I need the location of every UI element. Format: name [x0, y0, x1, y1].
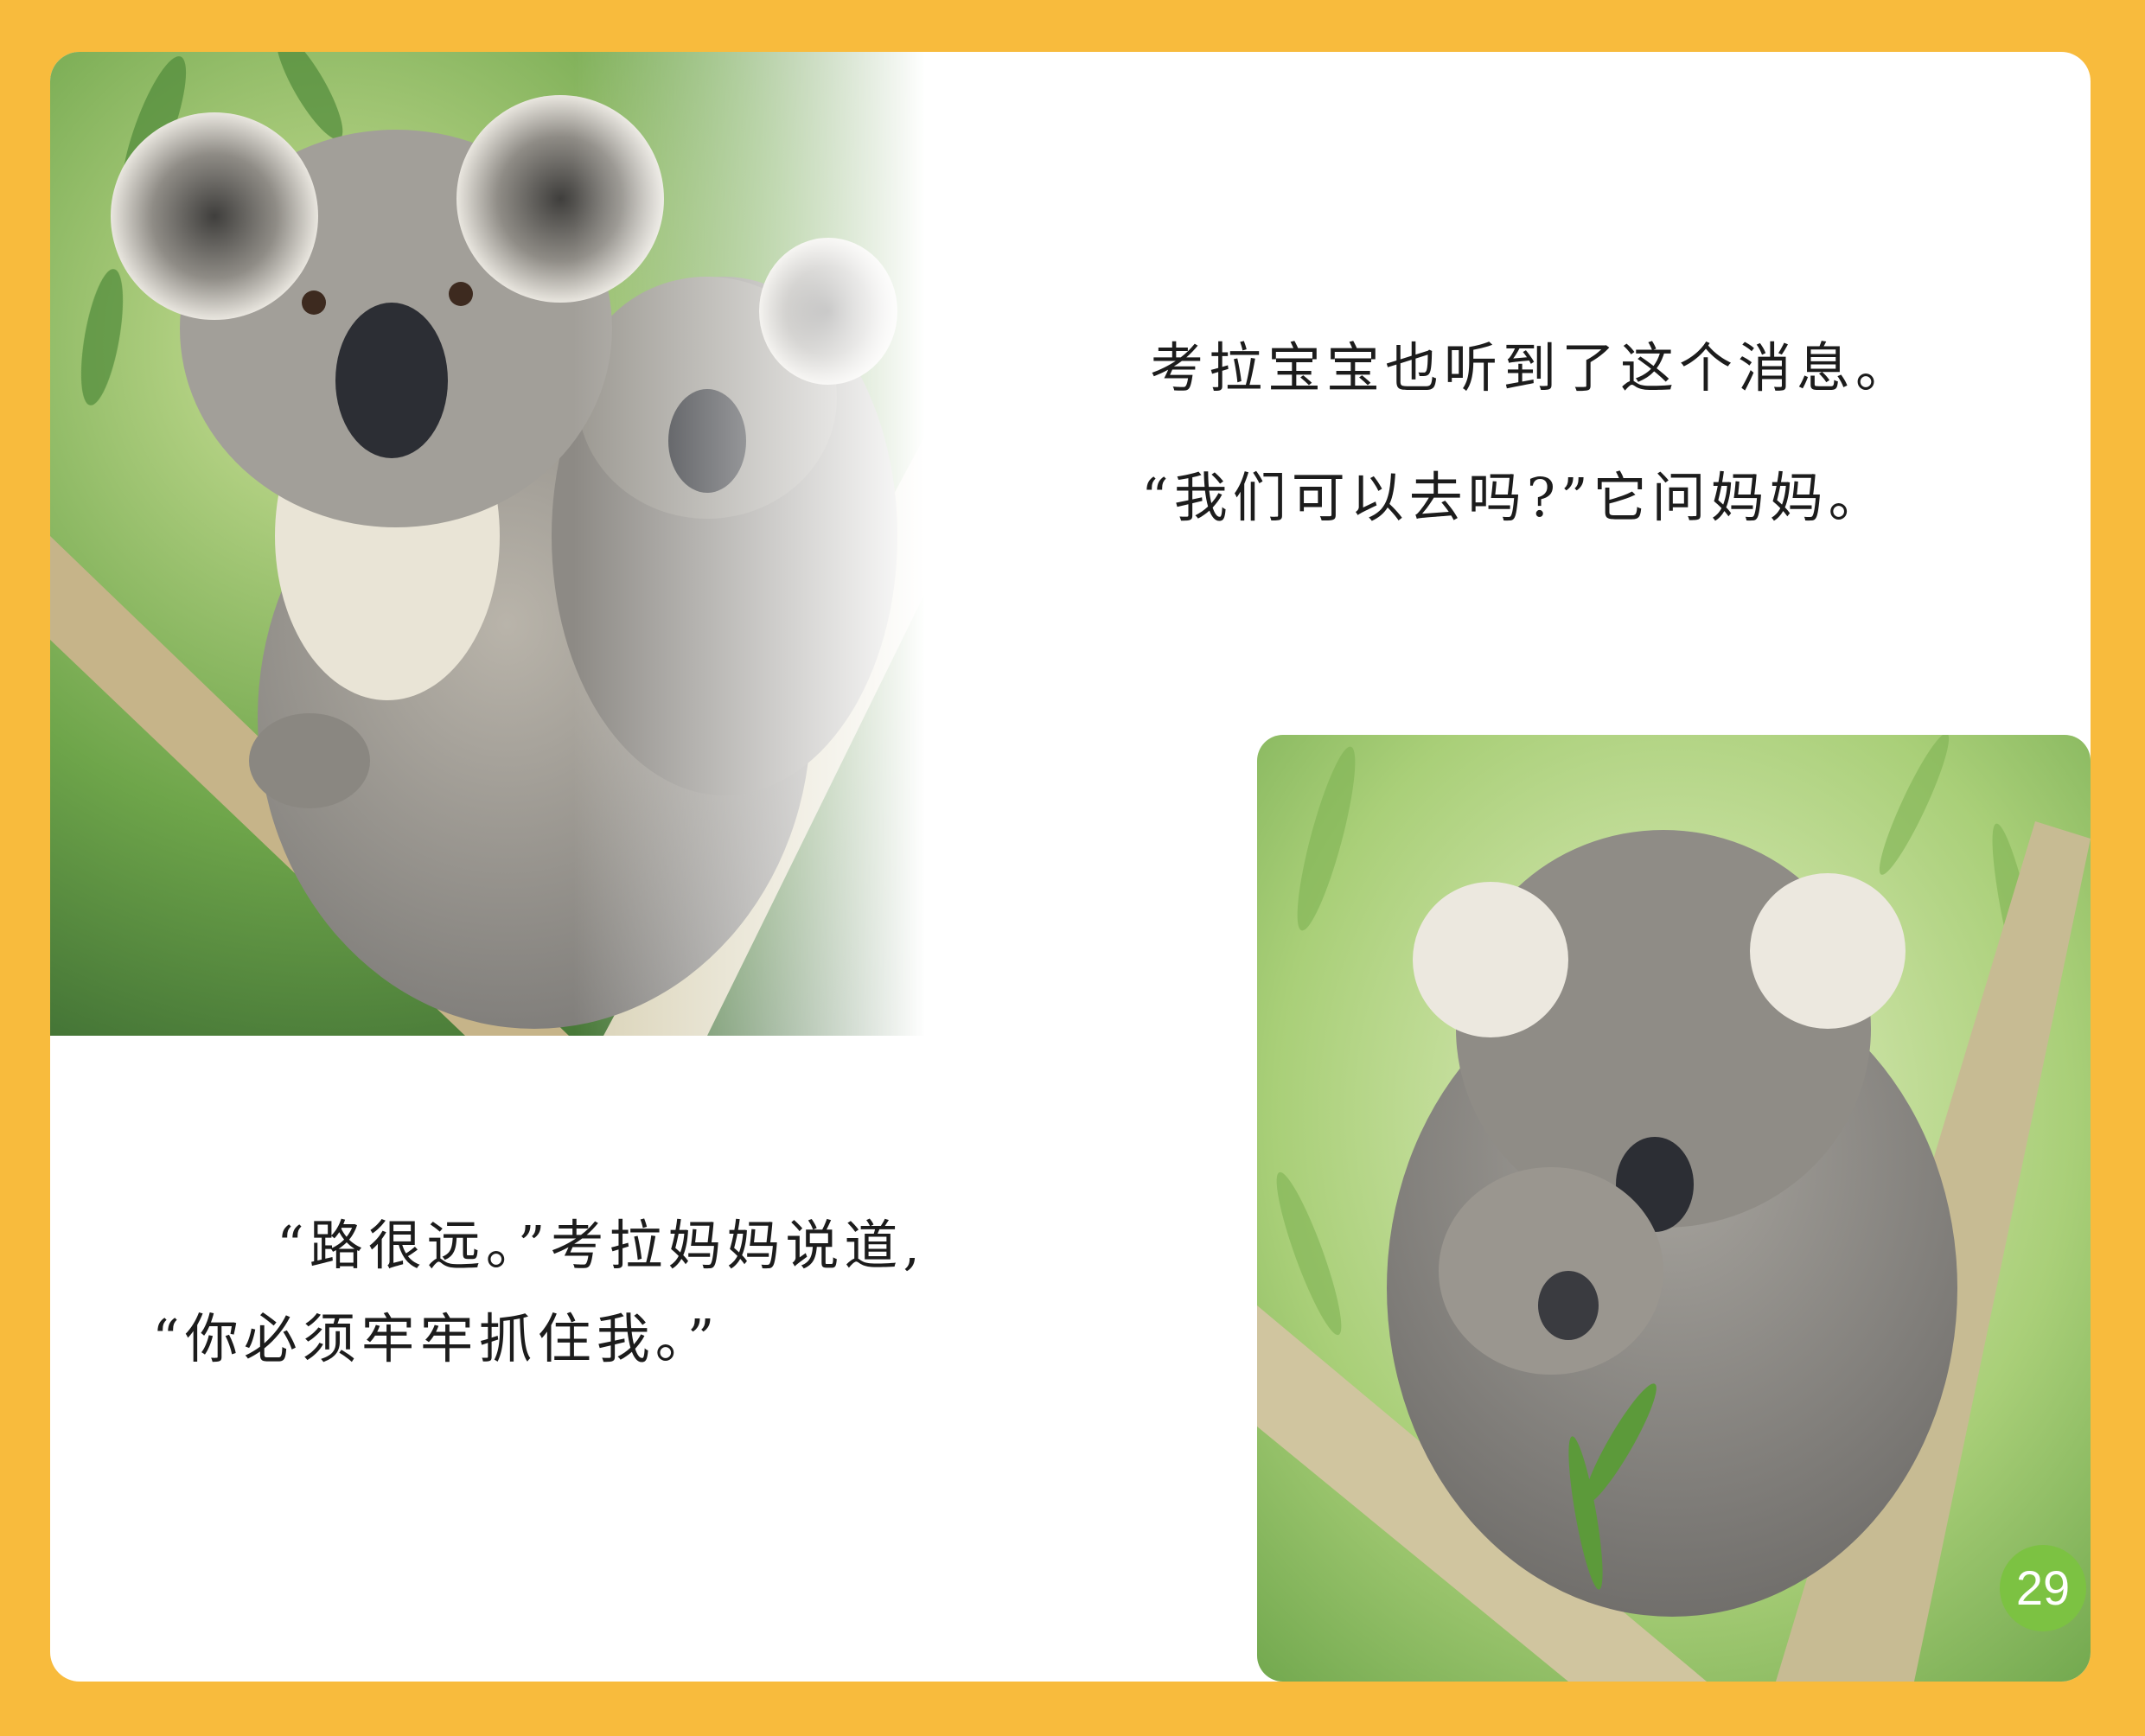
story-line-1: 考拉宝宝也听到了这个消息。 [1150, 336, 1915, 399]
story-line-3: “路很远。”考拉妈妈说道, [277, 1214, 926, 1277]
story-line-4: “你必须牢牢抓住我。” [152, 1307, 720, 1370]
koala-mother-with-baby-on-back-photo [50, 52, 1001, 1036]
story-line-2: “我们可以去吗?”它问妈妈。 [1141, 466, 1887, 529]
book-page: 考拉宝宝也听到了这个消息。 “我们可以去吗?”它问妈妈。 “路很远。”考拉妈妈说… [50, 52, 2091, 1682]
page-number-badge: 29 [2000, 1545, 2086, 1631]
koala-mother-hugging-baby-photo: 29 [1257, 735, 2091, 1682]
